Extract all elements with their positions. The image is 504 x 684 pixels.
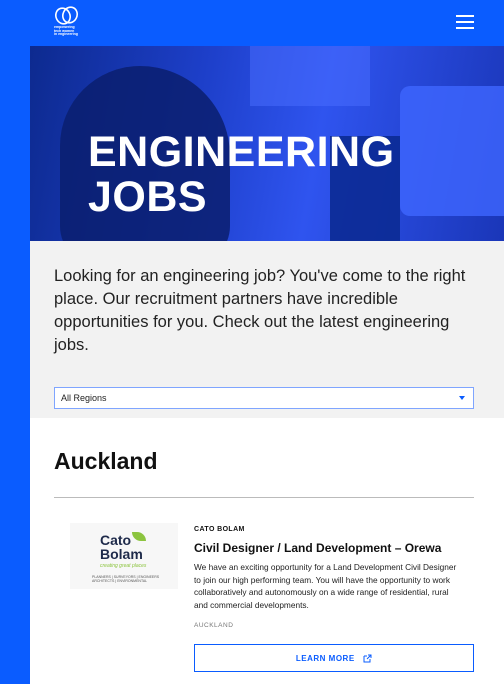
company-logo: Cato Bolam creating great places PLANNER… [70, 523, 178, 589]
jobs-list: Auckland Cato Bolam creating great place… [30, 418, 504, 684]
divider [54, 497, 474, 498]
job-title[interactable]: Civil Designer / Land Development – Orew… [194, 541, 441, 555]
logo-icon [55, 6, 78, 25]
external-link-icon [363, 650, 372, 668]
region-select-value: All Regions [61, 393, 107, 403]
intro-text: Looking for an engineering job? You've c… [54, 267, 466, 354]
learn-more-button[interactable]: LEARN MORE [194, 644, 474, 672]
menu-button[interactable] [456, 15, 474, 31]
top-bar: empowering tech women in engineering [0, 0, 504, 46]
hero-banner: ENGINEERING JOBS [30, 46, 504, 241]
region-heading: Auckland [54, 448, 158, 474]
logo-text: empowering tech women in engineering [54, 25, 78, 37]
chevron-down-icon [459, 396, 465, 400]
region-select[interactable]: All Regions [54, 387, 474, 409]
intro-section: Looking for an engineering job? You've c… [30, 241, 504, 418]
learn-more-label: LEARN MORE [295, 654, 355, 663]
page-title: ENGINEERING JOBS [88, 128, 395, 221]
hamburger-icon [456, 15, 474, 17]
job-description: We have an exciting opportunity for a La… [194, 562, 457, 610]
job-location: AUCKLAND [194, 622, 234, 629]
job-company: CATO BOLAM [194, 526, 245, 533]
site-logo[interactable]: empowering tech women in engineering [54, 6, 88, 40]
